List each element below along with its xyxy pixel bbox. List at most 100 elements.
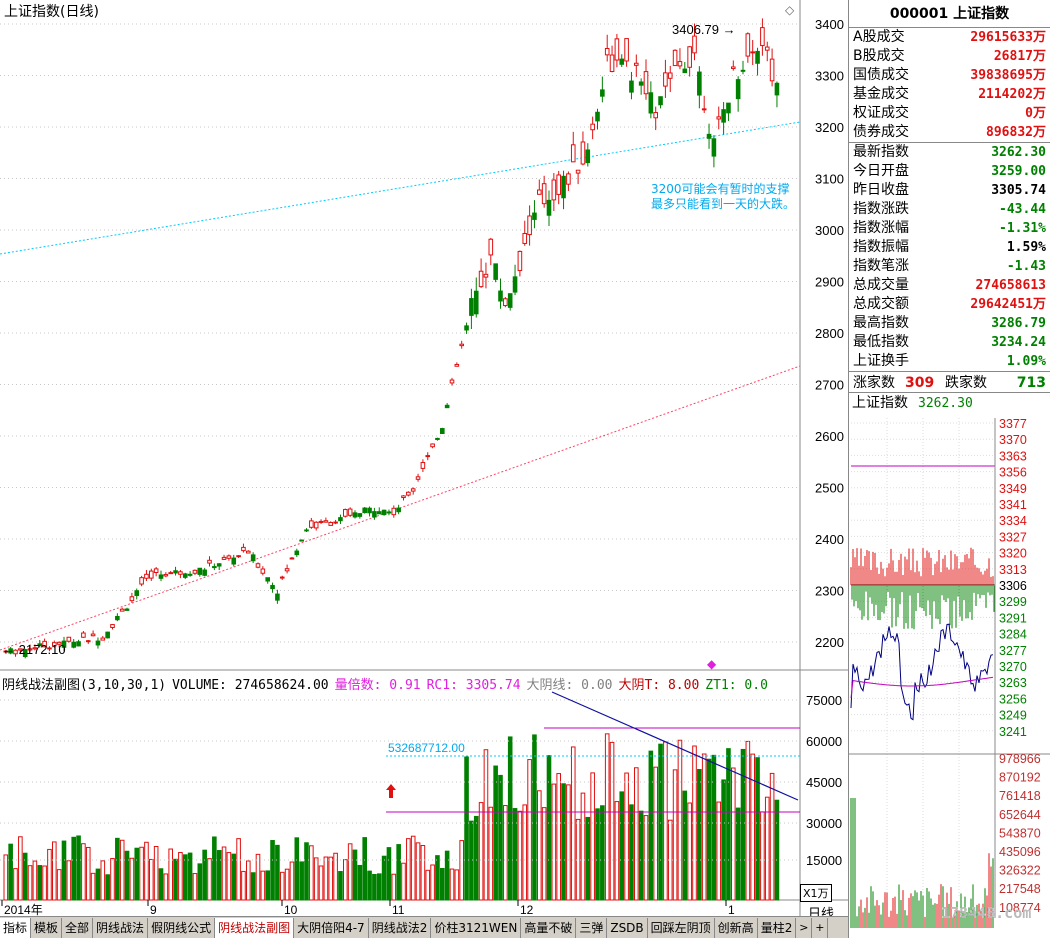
candle-body [304, 529, 309, 532]
volume-bar [750, 753, 756, 901]
candle-body [299, 539, 304, 542]
candle-body [275, 593, 280, 601]
volume-bar [415, 842, 421, 901]
volume-bar [338, 871, 343, 901]
volume-bar [706, 758, 712, 901]
candle-body [105, 631, 110, 639]
tab-10[interactable]: 三弹 [576, 917, 608, 938]
candle-body [522, 232, 528, 244]
candle-body [643, 71, 649, 95]
tab-4[interactable]: 假阴线公式 [148, 917, 216, 938]
tab-7[interactable]: 阴线战法2 [368, 917, 432, 938]
intraday-chart[interactable]: 3377 3370 3363 3356 3349 3341 3334 3327 3320 3313… [849, 418, 1050, 938]
candle-body [236, 555, 241, 558]
candle-body [435, 437, 440, 440]
tab-14[interactable]: 量柱2 [757, 917, 797, 938]
volume-bar [81, 843, 86, 901]
candle-body [716, 116, 722, 120]
candle-body [532, 212, 537, 220]
volume-bar [76, 835, 81, 901]
volume-bar [192, 873, 198, 901]
tab-12[interactable]: 回踩左阴顶 [647, 917, 715, 938]
tab-13[interactable]: 创新高 [714, 917, 758, 938]
volume-bar [71, 836, 77, 901]
price-axis-label: 2600 [815, 429, 844, 444]
add-tab-button[interactable]: + [812, 917, 829, 938]
volume-bar [512, 808, 518, 901]
candle-body [556, 174, 562, 195]
volume-bar [284, 868, 290, 901]
volume-bar [726, 748, 731, 901]
candlestick-chart[interactable]: 3400 3300 3200 3100 3000 2900 2800 2700 2600 2500… [0, 0, 848, 916]
volume-bar [236, 838, 241, 901]
candle-body [144, 573, 149, 579]
volume-bar [507, 736, 513, 901]
volume-bar [580, 792, 586, 901]
tab-2[interactable]: 全部 [62, 917, 94, 938]
volume-bar [420, 845, 426, 901]
price-axis-label: 3400 [815, 17, 844, 32]
tab-9[interactable]: 高量不破 [521, 917, 577, 938]
volume-bar [551, 783, 557, 901]
tab-5[interactable]: 阴线战法副图 [215, 917, 295, 938]
turnover-row: B股成交 26817万 [849, 47, 1050, 66]
volume-bar [459, 840, 464, 901]
candle-body [701, 108, 707, 111]
volume-bar [52, 841, 57, 901]
tab-1[interactable]: 模板 [31, 917, 63, 938]
tab-8[interactable]: 价柱3121WEN [431, 917, 522, 938]
stat-value: 3259.00 [991, 164, 1046, 179]
volume-bar [672, 769, 678, 901]
turnover-row: 国债成交 39838695万 [849, 66, 1050, 85]
volume-bar [362, 837, 367, 901]
candle-body [163, 573, 169, 577]
candle-body [454, 363, 460, 367]
stock-code-header: 000001 上证指数 [849, 0, 1050, 28]
candle-body [706, 133, 712, 139]
stat-row: 最新指数 3262.30 [849, 143, 1050, 162]
intraday-price-line [850, 623, 994, 721]
intraday-volume-label: 217548 [999, 882, 1041, 896]
candle-body [90, 633, 96, 637]
tab-11[interactable]: ZSDB [607, 917, 648, 938]
diamond-icon[interactable]: ◇ [785, 3, 794, 17]
candle-body [367, 507, 372, 514]
low-price-label: ← 2172.10 [2, 642, 66, 657]
price-axis-label: 2800 [815, 326, 844, 341]
tab-3[interactable]: 阴线战法 [93, 917, 149, 938]
volume-bar [658, 743, 663, 901]
candle-body [503, 298, 508, 307]
candle-body [769, 58, 775, 82]
stat-label: 上证换手 [853, 353, 909, 369]
candle-body [318, 520, 324, 523]
intraday-volume-label: 435096 [999, 845, 1041, 859]
volume-bar [367, 870, 372, 901]
volume-bar [721, 779, 726, 901]
volume-bar [556, 773, 562, 901]
turnover-value: 0万 [1025, 106, 1046, 121]
volume-bar [483, 749, 489, 901]
candle-body [250, 554, 256, 562]
index-stats-list: 最新指数 3262.30 今日开盘 3259.00 昨日收盘 3305.74 指数涨跌 -43… [849, 143, 1050, 371]
volume-bar [294, 837, 300, 901]
tab-0[interactable]: 指标 [0, 917, 32, 938]
volume-bar [677, 739, 683, 901]
turnover-label: B股成交 [853, 48, 905, 64]
volume-bar [401, 862, 406, 901]
candle-body [638, 81, 644, 86]
stat-row: 今日开盘 3259.00 [849, 162, 1050, 181]
volume-bar [624, 772, 629, 901]
main-chart[interactable]: 3400 3300 3200 3100 3000 2900 2800 2700 2600 2500… [0, 0, 848, 922]
volume-bar [153, 846, 159, 901]
volume-bar [265, 870, 270, 901]
volume-bar [202, 849, 207, 901]
tab-6[interactable]: 大阴倍阳4-7 [294, 917, 369, 938]
candle-body [294, 550, 300, 556]
candle-body [634, 62, 639, 66]
candle-body [648, 92, 654, 114]
candle-body [740, 69, 746, 72]
stat-value: 3305.74 [991, 183, 1046, 198]
volume-bar [566, 784, 571, 901]
scroll-right-button[interactable]: > [796, 917, 813, 938]
candle-body [119, 608, 125, 612]
